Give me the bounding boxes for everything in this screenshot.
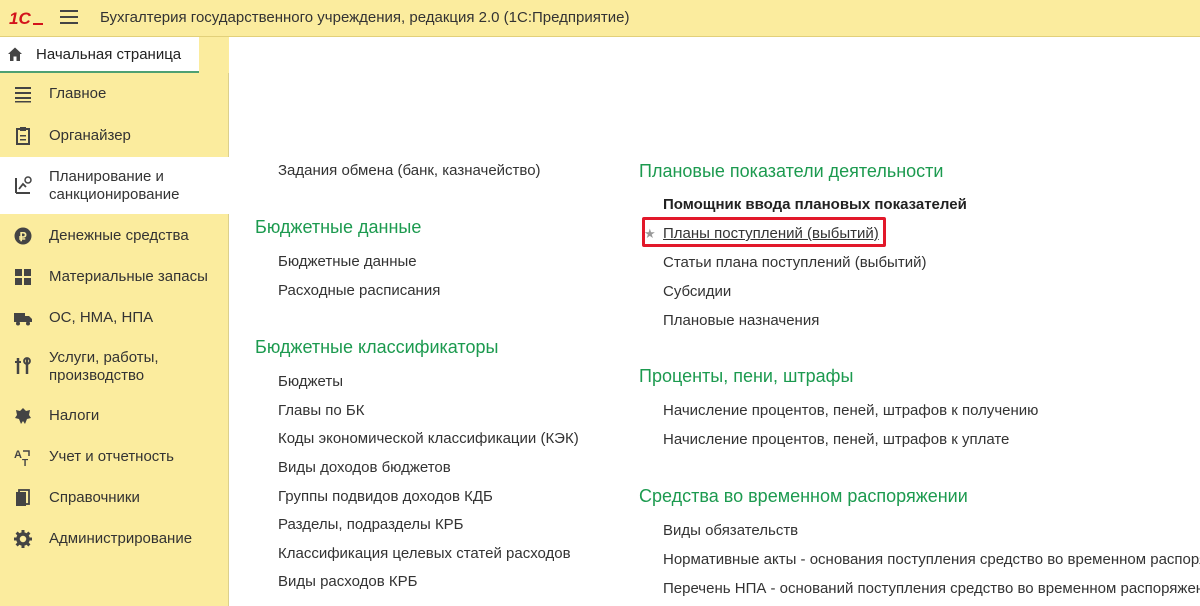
sidebar-item-inventory[interactable]: Материальные запасы <box>0 256 229 297</box>
sidebar-item-label: ОС, НМА, НПА <box>49 309 154 326</box>
tab-home-label: Начальная страница <box>36 46 182 63</box>
list-icon <box>15 87 31 103</box>
link-bk-chapters[interactable]: Главы по БК <box>278 402 365 419</box>
link-budget-data[interactable]: Бюджетные данные <box>278 253 417 270</box>
truck-icon <box>14 313 32 326</box>
link-penalties-payable[interactable]: Начисление процентов, пеней, штрафов к у… <box>663 431 1009 448</box>
ruble-coin-icon: ₽ <box>14 227 32 245</box>
link-income-plan-items[interactable]: Статьи плана поступлений (выбытий) <box>663 254 926 271</box>
link-krb-expense-types[interactable]: Виды расходов КРБ <box>278 573 417 590</box>
link-target-articles[interactable]: Классификация целевых статей расходов <box>278 545 571 562</box>
1c-logo-icon[interactable]: 1С <box>9 8 45 28</box>
sidebar-item-administration[interactable]: Администрирование <box>0 518 229 559</box>
svg-text:T: T <box>22 458 28 467</box>
content-panel: Задания обмена (банк, казначейство) Бюдж… <box>230 37 1200 606</box>
tab-home[interactable]: Начальная страница <box>0 37 199 73</box>
link-exchange-tasks[interactable]: Задания обмена (банк, казначейство) <box>278 162 541 179</box>
sidebar-item-label: Администрирование <box>49 530 193 547</box>
section-title-budget-data: Бюджетные данные <box>255 217 422 237</box>
title-bar: 1С Бухгалтерия государственного учрежден… <box>0 0 1200 37</box>
sidebar-item-label: Планирование и санкционирование <box>49 168 180 203</box>
grid-icon <box>15 269 31 285</box>
link-budget-income-types[interactable]: Виды доходов бюджетов <box>278 459 451 476</box>
sidebar-item-taxes[interactable]: Налоги <box>0 395 229 436</box>
clipboard-icon <box>16 127 30 145</box>
sidebar-item-label: Учет и отчетность <box>49 448 174 465</box>
svg-text:1С: 1С <box>9 9 31 28</box>
link-planned-indicators-wizard[interactable]: Помощник ввода плановых показателей <box>663 196 967 213</box>
section-title-penalties: Проценты, пени, штрафы <box>639 366 854 386</box>
link-krb-sections[interactable]: Разделы, подразделы КРБ <box>278 516 464 533</box>
section-title-temporary-funds: Средства во временном распоряжении <box>639 486 968 506</box>
sidebar-item-services[interactable]: Услуги, работы, производство <box>0 338 229 395</box>
sidebar-item-label: Налоги <box>49 407 100 424</box>
link-subsidies[interactable]: Субсидии <box>663 283 731 300</box>
sidebar-item-accounting[interactable]: A T Учет и отчетность <box>0 436 229 477</box>
link-income-plans[interactable]: Планы поступлений (выбытий) <box>663 225 879 242</box>
sidebar-item-label: Денежные средства <box>49 227 189 244</box>
link-budgets[interactable]: Бюджеты <box>278 373 343 390</box>
translate-icon: A T <box>14 449 30 467</box>
books-icon <box>16 489 30 506</box>
section-title-planned-indicators: Плановые показатели деятельности <box>639 161 944 181</box>
sidebar-item-organizer[interactable]: Органайзер <box>0 114 229 156</box>
tools-icon <box>15 357 31 374</box>
link-normative-acts[interactable]: Нормативные акты - основания поступления… <box>663 551 1200 568</box>
link-expense-schedules[interactable]: Расходные расписания <box>278 282 440 299</box>
link-kek-codes[interactable]: Коды экономической классификации (КЭК) <box>278 430 579 447</box>
section-title-budget-classifiers: Бюджетные классификаторы <box>255 337 499 357</box>
sidebar-item-label: Материальные запасы <box>49 268 208 285</box>
gear-icon <box>14 530 32 548</box>
sidebar-item-references[interactable]: Справочники <box>0 477 229 518</box>
tab-strip <box>199 37 229 73</box>
link-penalties-receivable[interactable]: Начисление процентов, пеней, штрафов к п… <box>663 402 1038 419</box>
emblem-icon <box>15 408 31 424</box>
sidebar-item-planning[interactable]: Планирование и санкционирование <box>0 157 229 214</box>
svg-text:₽: ₽ <box>19 230 27 244</box>
sidebar-item-label: Услуги, работы, производство <box>49 349 159 384</box>
svg-text:A: A <box>14 449 22 461</box>
sidebar-item-main[interactable]: Главное <box>0 73 229 114</box>
window-title: Бухгалтерия государственного учреждения,… <box>100 9 630 26</box>
star-icon[interactable]: ★ <box>644 226 656 242</box>
sidebar-item-money[interactable]: ₽ Денежные средства <box>0 215 229 256</box>
sidebar-item-label: Органайзер <box>49 127 131 144</box>
link-planned-assignments[interactable]: Плановые назначения <box>663 312 819 329</box>
link-npa-list[interactable]: Перечень НПА - оснований поступления сре… <box>663 580 1200 597</box>
sidebar-item-label: Главное <box>49 85 107 102</box>
link-obligation-types[interactable]: Виды обязательств <box>663 522 798 539</box>
link-kdb-subtype-groups[interactable]: Группы подвидов доходов КДБ <box>278 488 493 505</box>
hamburger-menu-icon[interactable] <box>60 10 78 26</box>
sidebar-item-label: Справочники <box>49 489 140 506</box>
sidebar: Главное Органайзер Планирование и санкци… <box>0 73 229 606</box>
planning-icon <box>15 176 32 194</box>
home-icon <box>8 47 22 61</box>
sidebar-item-fixed-assets[interactable]: ОС, НМА, НПА <box>0 297 229 338</box>
